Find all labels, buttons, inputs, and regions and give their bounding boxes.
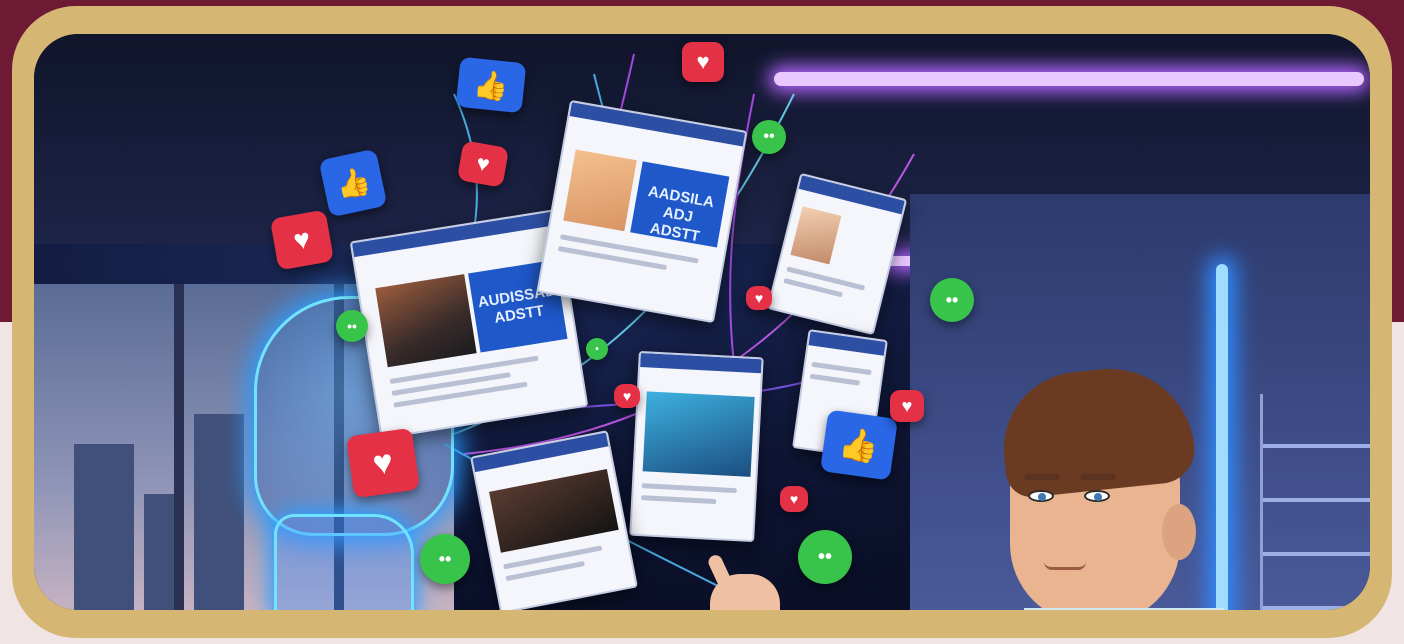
- post-text-line: [809, 373, 861, 386]
- post-headline: AADSILA ADJ ADSTT: [646, 183, 716, 246]
- thumbs-up-icon: 👍: [455, 56, 527, 114]
- chat-bubble-icon: ••: [752, 120, 786, 154]
- man-eyebrow: [1024, 474, 1060, 480]
- post-photo: [642, 391, 755, 477]
- man-eyebrow: [1080, 474, 1116, 480]
- post-photo: [790, 206, 842, 265]
- illustration: AUDISSAD ADSTT AADSILA ADJ ADSTT 👍 👍 👍 ♥…: [34, 34, 1370, 610]
- post-photo: [563, 149, 637, 232]
- man-ear: [1162, 504, 1196, 560]
- thumbs-up-icon: 👍: [318, 148, 388, 218]
- heart-icon: ♥: [269, 209, 335, 271]
- heart-icon: ♥: [346, 427, 420, 499]
- heart-icon: ♥: [746, 286, 772, 310]
- thumbs-up-icon: 👍: [820, 409, 898, 481]
- post-card: [470, 430, 638, 610]
- heart-icon: ♥: [456, 140, 510, 188]
- chat-bubble-icon: ••: [336, 310, 368, 342]
- chat-bubble-icon: •: [586, 338, 608, 360]
- heart-icon: ♥: [614, 384, 640, 408]
- chat-bubble-icon: ••: [798, 530, 852, 584]
- post-header: [640, 352, 762, 374]
- chat-bubble-icon: ••: [420, 534, 470, 584]
- heart-icon: ♥: [890, 390, 924, 422]
- man-eye: [1028, 490, 1054, 502]
- post-text-line: [641, 483, 737, 494]
- ai-shoulders: [274, 514, 414, 610]
- post-card: AADSILA ADJ ADSTT: [536, 99, 748, 324]
- man-eye: [1084, 490, 1110, 502]
- post-text-line: [786, 266, 866, 291]
- heart-icon: ♥: [780, 486, 808, 512]
- man-mouth: [1044, 562, 1086, 570]
- post-photo: [375, 274, 477, 368]
- heart-icon: ♥: [682, 42, 724, 82]
- post-text-line: [393, 381, 528, 408]
- post-banner: AADSILA ADJ ADSTT: [630, 161, 730, 248]
- post-text-line: [811, 361, 872, 376]
- man-shirt: [1024, 608, 1224, 610]
- chat-bubble-icon: ••: [930, 278, 974, 322]
- post-card: [629, 350, 764, 543]
- post-text-line: [641, 495, 717, 505]
- post-photo: [489, 468, 619, 553]
